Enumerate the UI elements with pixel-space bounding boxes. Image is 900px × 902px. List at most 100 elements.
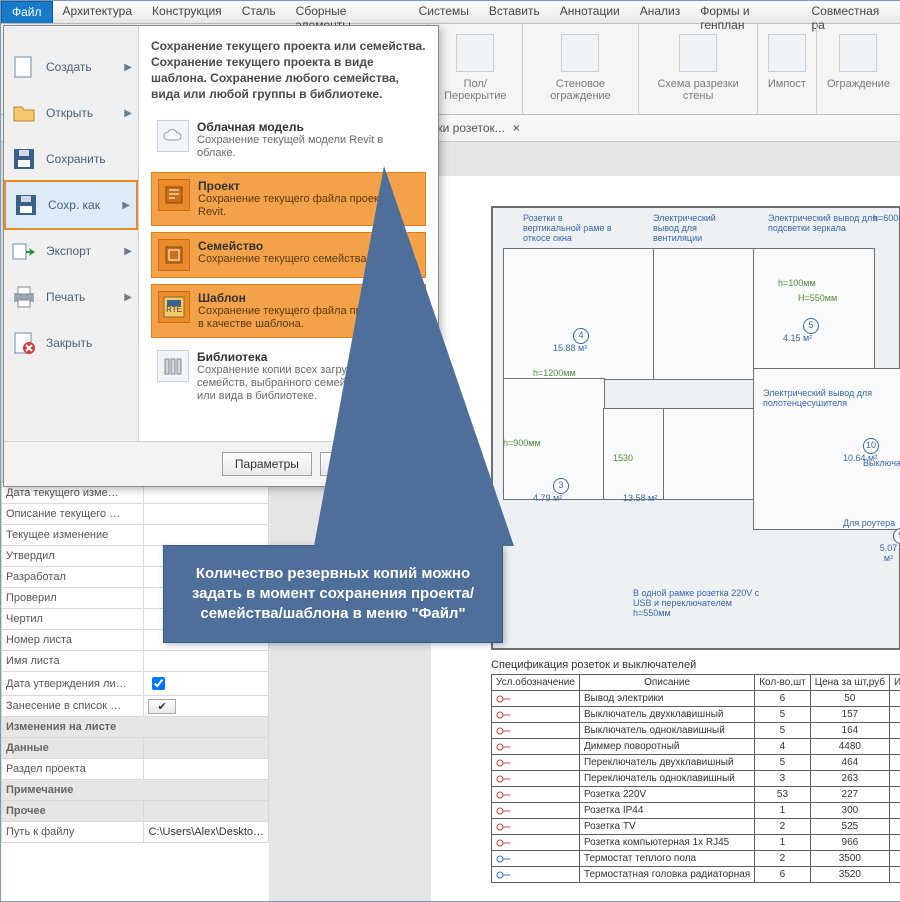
family-icon <box>158 239 190 271</box>
file-new[interactable]: Создать▶ <box>4 44 138 90</box>
desc-cell: Переключатель двухклавишный <box>579 755 754 771</box>
symbol-cell <box>492 739 580 755</box>
template-icon: RTE <box>158 291 190 323</box>
desc-cell: Термостат теплого пола <box>579 851 754 867</box>
tab-massing[interactable]: Формы и генплан <box>690 1 801 23</box>
price-cell: 525 <box>810 819 889 835</box>
ribbon-grid[interactable]: Схема разрезки стены <box>639 24 758 114</box>
tab-systems[interactable]: Системы <box>409 1 479 23</box>
room-tag: 4 <box>573 328 589 344</box>
total-cell: 300 <box>890 691 900 707</box>
price-cell: 966 <box>810 835 889 851</box>
ribbon-floor[interactable]: Пол/Перекрытие <box>429 24 523 114</box>
schedule-title: Спецификация розеток и выключателей <box>491 656 900 674</box>
document-tab-label: вки розеток... <box>431 121 505 135</box>
desc-cell: Вывод электрики <box>579 691 754 707</box>
floor-plan: 4 5 3 10 9 15.88 м² 4.15 м² 4.79 м² 13.5… <box>491 206 900 650</box>
qty-cell: 4 <box>755 739 810 755</box>
room-tag: 3 <box>553 478 569 494</box>
file-open[interactable]: Открыть▶ <box>4 90 138 136</box>
desc-cell: Выключатель двухклавишный <box>579 707 754 723</box>
desc-cell: Выключатель одноклавишный <box>579 723 754 739</box>
qty-cell: 6 <box>755 867 810 883</box>
symbol-cell <box>492 691 580 707</box>
file-export[interactable]: Экспорт▶ <box>4 228 138 274</box>
save-icon <box>10 145 38 173</box>
symbol-cell <box>492 771 580 787</box>
symbol-cell <box>492 867 580 883</box>
print-icon <box>10 283 38 311</box>
price-cell: 464 <box>810 755 889 771</box>
price-cell: 227 <box>810 787 889 803</box>
qty-cell: 6 <box>755 691 810 707</box>
floor-icon <box>456 34 494 72</box>
tab-precast[interactable]: Сборные элементы <box>286 1 409 23</box>
symbol-cell <box>492 723 580 739</box>
tab-structure[interactable]: Конструкция <box>142 1 232 23</box>
symbol-cell <box>492 803 580 819</box>
ribbon-railing[interactable]: Ограждение <box>817 24 900 114</box>
total-cell: 785 <box>890 707 900 723</box>
tab-architecture[interactable]: Архитектура <box>53 1 143 23</box>
desc-cell: Переключатель одноклавишный <box>579 771 754 787</box>
price-cell: 157 <box>810 707 889 723</box>
total-cell: 12031 <box>890 787 900 803</box>
ribbon-mullion[interactable]: Импост <box>758 24 817 114</box>
file-print[interactable]: Печать▶ <box>4 274 138 320</box>
file-menu-left: Создать▶ Открыть▶ Сохранить Сохр. как▶ Э… <box>4 26 139 441</box>
qty-cell: 3 <box>755 771 810 787</box>
schedule-table: Спецификация розеток и выключателей Усл.… <box>491 656 900 883</box>
total-cell: 300 <box>890 803 900 819</box>
desc-cell: Розетка 220V <box>579 787 754 803</box>
checkbox-input[interactable] <box>152 677 165 690</box>
tab-file[interactable]: Файл <box>1 1 53 23</box>
price-cell: 3500 <box>810 851 889 867</box>
tab-annotate[interactable]: Аннотации <box>550 1 630 23</box>
edit-button[interactable]: ✔ <box>148 699 175 714</box>
mullion-icon <box>768 34 806 72</box>
qty-cell: 5 <box>755 723 810 739</box>
file-saveas[interactable]: Сохр. как▶ <box>4 180 138 230</box>
close-file-icon <box>10 329 38 357</box>
desc-cell: Диммер поворотный <box>579 739 754 755</box>
qty-cell: 5 <box>755 755 810 771</box>
project-icon <box>158 179 190 211</box>
export-icon <box>10 237 38 265</box>
qty-cell: 53 <box>755 787 810 803</box>
total-cell: 789 <box>890 771 900 787</box>
total-cell: 966 <box>890 835 900 851</box>
desc-cell: Розетка компьютерная 1х RJ45 <box>579 835 754 851</box>
close-icon[interactable]: × <box>513 121 520 135</box>
qty-cell: 5 <box>755 707 810 723</box>
price-cell: 50 <box>810 691 889 707</box>
symbol-cell <box>492 851 580 867</box>
tab-insert[interactable]: Вставить <box>479 1 550 23</box>
tab-collab[interactable]: Совместная ра <box>801 1 900 23</box>
symbol-cell <box>492 835 580 851</box>
room-tag: 5 <box>803 318 819 334</box>
curtain-grid-icon <box>679 34 717 72</box>
symbol-cell <box>492 819 580 835</box>
file-save[interactable]: Сохранить <box>4 136 138 182</box>
file-close[interactable]: Закрыть <box>4 320 138 366</box>
total-cell: 2320 <box>890 755 900 771</box>
saveas-cloud[interactable]: Облачная модельСохранение текущей модели… <box>151 114 426 166</box>
tab-steel[interactable]: Сталь <box>232 1 286 23</box>
options-button[interactable]: Параметры <box>222 452 312 476</box>
desc-cell: Термостатная головка радиаторная <box>579 867 754 883</box>
cloud-icon <box>157 120 189 152</box>
total-cell: 820 <box>890 723 900 739</box>
symbol-cell <box>492 707 580 723</box>
saveas-description: Сохранение текущего проекта или семейств… <box>151 38 426 102</box>
price-cell: 300 <box>810 803 889 819</box>
qty-cell: 2 <box>755 851 810 867</box>
qty-cell: 2 <box>755 819 810 835</box>
total-cell: 1050 <box>890 819 900 835</box>
symbol-cell <box>492 755 580 771</box>
tab-analyze[interactable]: Анализ <box>630 1 691 23</box>
room-tag: 9 <box>893 528 900 544</box>
properties-panel: Дата текущего изме… Описание текущего … … <box>1 481 269 901</box>
ribbon-curtain[interactable]: Стеновое ограждение <box>523 24 640 114</box>
symbol-cell <box>492 787 580 803</box>
annotation-callout: Количество резервных копий можно задать … <box>163 545 503 643</box>
